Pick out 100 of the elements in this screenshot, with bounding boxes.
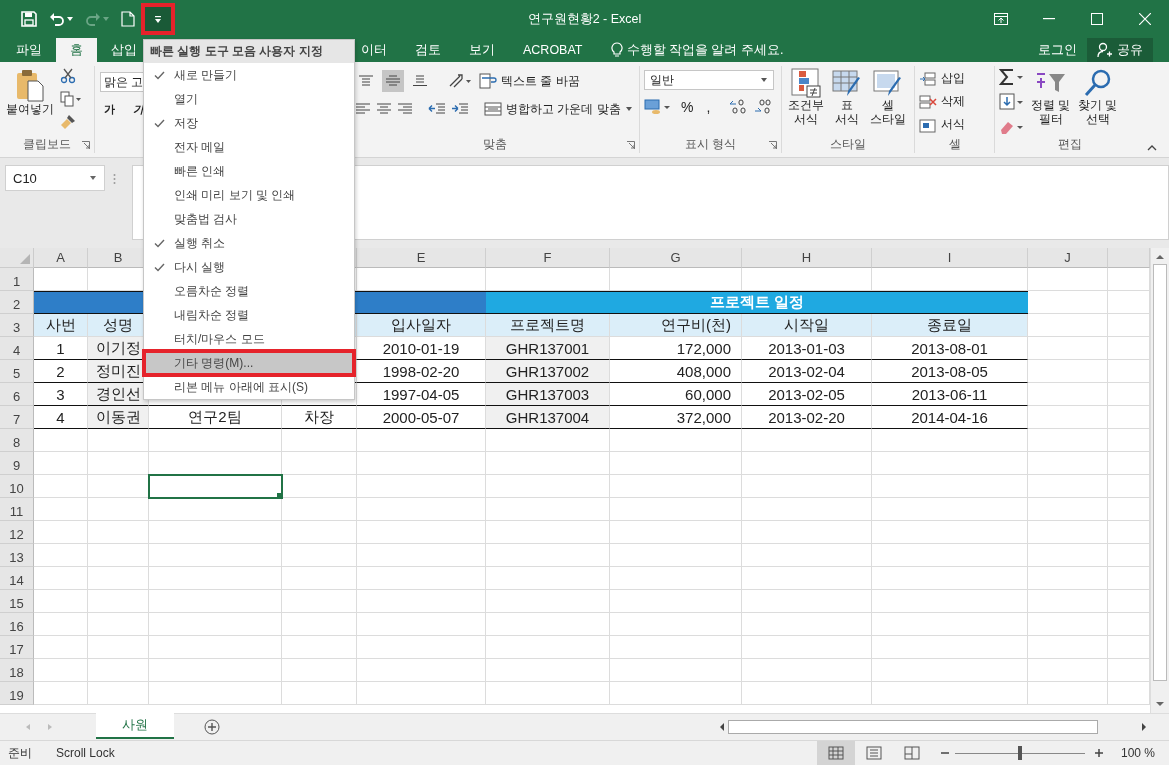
empty-cell[interactable] — [88, 498, 149, 521]
sheet-tab[interactable]: 사원 — [96, 713, 174, 739]
autosum-icon[interactable] — [999, 68, 1025, 86]
row-header[interactable]: 7 — [0, 406, 34, 429]
empty-cell[interactable] — [610, 567, 742, 590]
cell-styles-button[interactable]: 셀 스타일 — [868, 66, 908, 126]
dialog-launcher-icon[interactable] — [769, 141, 777, 149]
empty-cell[interactable] — [742, 590, 872, 613]
empty-cell[interactable] — [610, 659, 742, 682]
empty-cell[interactable] — [88, 544, 149, 567]
table-cell[interactable]: 2013-02-04 — [742, 360, 872, 383]
ribbon-tab[interactable]: 검토 — [401, 38, 455, 62]
empty-cell[interactable] — [610, 590, 742, 613]
column-title[interactable]: 입사일자 — [357, 314, 486, 337]
row-header[interactable]: 3 — [0, 314, 34, 337]
empty-cell[interactable] — [742, 613, 872, 636]
row-header[interactable]: 14 — [0, 567, 34, 590]
row-header[interactable]: 12 — [0, 521, 34, 544]
empty-cell[interactable] — [486, 429, 610, 452]
table-cell[interactable]: 이동권 — [88, 406, 149, 429]
empty-cell[interactable] — [872, 521, 1028, 544]
empty-cell[interactable] — [282, 429, 357, 452]
zoom-thumb[interactable] — [1017, 746, 1022, 760]
empty-cell[interactable] — [486, 498, 610, 521]
empty-cell[interactable] — [872, 452, 1028, 475]
empty-cell[interactable] — [88, 659, 149, 682]
row-header[interactable]: 6 — [0, 383, 34, 406]
empty-cell[interactable] — [357, 636, 486, 659]
empty-cell[interactable] — [88, 452, 149, 475]
comma-button[interactable]: , — [702, 95, 715, 119]
table-cell[interactable]: 2013-02-20 — [742, 406, 872, 429]
empty-cell[interactable] — [742, 498, 872, 521]
empty-cell[interactable] — [149, 659, 282, 682]
select-all-button[interactable] — [0, 248, 34, 268]
empty-cell[interactable] — [486, 544, 610, 567]
empty-cell[interactable] — [742, 521, 872, 544]
column-title[interactable]: 종료일 — [872, 314, 1028, 337]
empty-cell[interactable] — [282, 590, 357, 613]
empty-cell[interactable] — [742, 452, 872, 475]
table-cell[interactable]: 연구2팀 — [149, 406, 282, 429]
table-cell[interactable]: 408,000 — [610, 360, 742, 383]
empty-cell[interactable] — [872, 590, 1028, 613]
empty-cell[interactable] — [610, 429, 742, 452]
row-header[interactable]: 9 — [0, 452, 34, 475]
empty-cell[interactable] — [357, 452, 486, 475]
empty-cell[interactable] — [1028, 429, 1108, 452]
sign-in-link[interactable]: 로그인 — [1028, 38, 1087, 62]
empty-cell[interactable] — [742, 544, 872, 567]
merge-center-button[interactable]: 병합하고 가운데 맞춤 — [484, 100, 633, 118]
empty-cell[interactable] — [1028, 498, 1108, 521]
empty-cell[interactable] — [872, 659, 1028, 682]
empty-cell[interactable] — [1028, 452, 1108, 475]
row-header[interactable]: 19 — [0, 682, 34, 705]
selected-cell[interactable] — [149, 475, 282, 498]
orientation-icon[interactable] — [448, 73, 474, 89]
empty-cell[interactable] — [149, 544, 282, 567]
empty-cell[interactable] — [282, 682, 357, 705]
empty-cell[interactable] — [282, 659, 357, 682]
zoom-in-icon[interactable] — [1094, 749, 1103, 757]
empty-cell[interactable] — [149, 636, 282, 659]
table-cell[interactable]: GHR137004 — [486, 406, 610, 429]
ribbon-tab[interactable]: 파일 — [0, 38, 56, 62]
empty-cell[interactable] — [149, 498, 282, 521]
row-header[interactable]: 15 — [0, 590, 34, 613]
empty-cell[interactable] — [357, 498, 486, 521]
empty-cell[interactable] — [149, 429, 282, 452]
column-header[interactable]: A — [34, 248, 88, 268]
wrap-text-button[interactable]: 텍스트 줄 바꿈 — [479, 72, 580, 90]
add-sheet-icon[interactable] — [204, 719, 220, 735]
empty-cell[interactable] — [1028, 268, 1108, 291]
column-header[interactable]: J — [1028, 248, 1108, 268]
row-header[interactable]: 18 — [0, 659, 34, 682]
fill-icon[interactable] — [999, 93, 1025, 111]
empty-cell[interactable] — [486, 452, 610, 475]
table-cell[interactable]: 60,000 — [610, 383, 742, 406]
currency-icon[interactable] — [644, 98, 672, 116]
empty-cell[interactable] — [1028, 590, 1108, 613]
empty-cell[interactable] — [149, 590, 282, 613]
percent-button[interactable]: % — [677, 95, 698, 119]
empty-cell[interactable] — [282, 567, 357, 590]
empty-cell[interactable] — [357, 590, 486, 613]
table-cell[interactable]: 2013-08-05 — [872, 360, 1028, 383]
table-cell[interactable]: 372,000 — [610, 406, 742, 429]
scroll-down-icon[interactable] — [1156, 701, 1164, 707]
empty-cell[interactable] — [88, 567, 149, 590]
empty-cell[interactable] — [357, 429, 486, 452]
empty-cell[interactable] — [357, 659, 486, 682]
empty-cell[interactable] — [88, 590, 149, 613]
menu-item[interactable]: 맞춤법 검사 — [144, 207, 354, 231]
empty-cell[interactable] — [872, 544, 1028, 567]
tell-me-field[interactable]: 수행할 작업을 알려 주세요. — [610, 38, 784, 62]
name-box[interactable]: C10 — [5, 165, 105, 191]
paste-button[interactable]: 붙여넣기 — [4, 66, 56, 116]
empty-cell[interactable] — [486, 636, 610, 659]
row-header[interactable]: 13 — [0, 544, 34, 567]
scroll-left-icon[interactable] — [719, 723, 725, 731]
align-right-icon[interactable] — [397, 102, 413, 116]
empty-cell[interactable] — [282, 475, 357, 498]
table-cell[interactable]: 172,000 — [610, 337, 742, 360]
table-cell[interactable]: GHR137001 — [486, 337, 610, 360]
